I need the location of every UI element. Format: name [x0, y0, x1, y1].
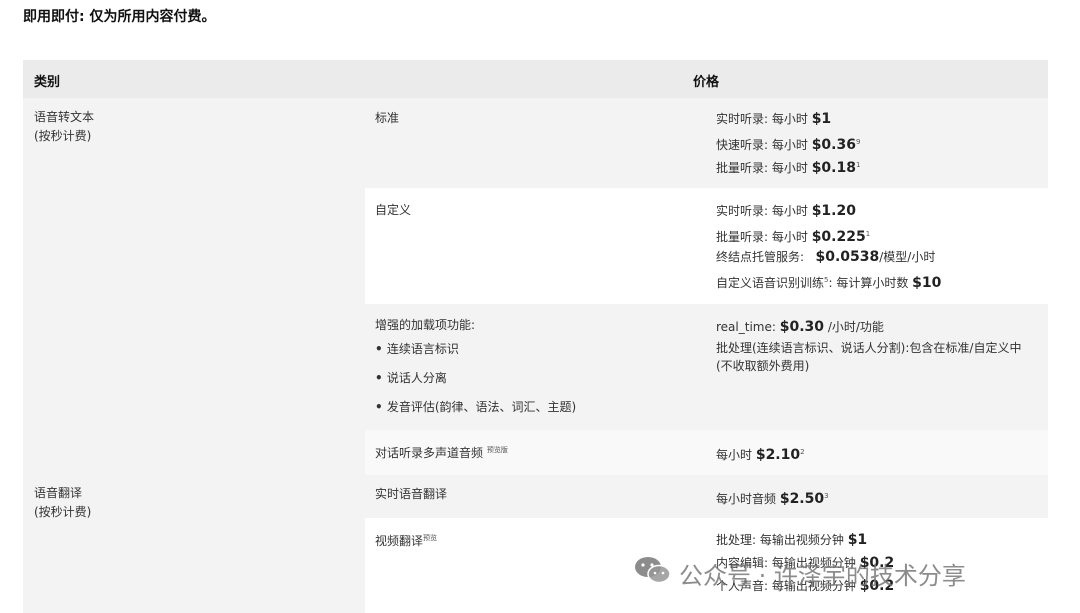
- price-line: 批处理: 每输出视频分钟 $1: [716, 532, 868, 548]
- watermark: 公众号 · 许泽宇的技术分享: [633, 554, 966, 592]
- price-line: 每小时 $2.102: [716, 447, 805, 463]
- feature-name: 视频翻译预览: [375, 534, 438, 548]
- price-list: 实时听录: 每小时 $1 快速听录: 每小时 $0.369 批量听录: 每小时 …: [716, 108, 860, 177]
- price-line: 实时听录: 每小时 $1.20: [716, 203, 856, 219]
- list-item: 说话人分离: [375, 369, 576, 398]
- feature-block: 增强的加载项功能: 连续语言标识 说话人分离 发音评估(韵律、语法、词汇、主题): [375, 316, 576, 427]
- preview-tag: 预览: [423, 534, 438, 542]
- header-category: 类别: [34, 75, 61, 90]
- price-line: 终结点托管服务: $0.0538/模型/小时: [716, 249, 936, 265]
- price-line: 批量听录: 每小时 $0.181: [716, 160, 861, 176]
- watermark-text: 公众号 · 许泽宇的技术分享: [679, 561, 966, 590]
- feature-name: 增强的加载项功能:: [375, 318, 476, 332]
- price-note: 批处理(连续语言标识、说话人分割):包含在标准/自定义中(不收取额外费用): [716, 341, 1022, 373]
- price-line: 快速听录: 每小时 $0.369: [716, 137, 861, 153]
- table-row: 对话听录多声道音频 预览版 每小时 $2.102: [365, 430, 1048, 475]
- category-cell-speech-to-text: 语音转文本 (按秒计费): [23, 98, 365, 475]
- price-list: 每小时音频 $2.503: [716, 485, 829, 508]
- price-line: 自定义语音识别训练5: 每计算小时数 $10: [716, 275, 942, 291]
- price-line: 批量听录: 每小时 $0.2251: [716, 229, 871, 245]
- price-list: real_time: $0.30 /小时/功能 批处理(连续语言标识、说话人分割…: [716, 316, 1036, 375]
- table-row: 实时语音翻译 每小时音频 $2.503: [365, 475, 1048, 518]
- feature-name: 标准: [375, 111, 400, 125]
- category-label: 语音翻译 (按秒计费): [34, 486, 92, 519]
- price-line: real_time: $0.30 /小时/功能: [716, 319, 884, 335]
- category-cell-speech-translation: 语音翻译 (按秒计费): [23, 475, 365, 613]
- preview-tag: 预览版: [486, 446, 508, 454]
- category-label: 语音转文本 (按秒计费): [34, 110, 95, 143]
- table-row: 自定义 实时听录: 每小时 $1.20 批量听录: 每小时 $0.2251 终结…: [365, 188, 1048, 304]
- feature-name: 实时语音翻译: [375, 487, 448, 501]
- feature-bullets: 连续语言标识 说话人分离 发音评估(韵律、语法、词汇、主题): [375, 340, 576, 427]
- pricing-table: 类别 价格 语音转文本 (按秒计费) 语音翻译 (按秒计费) 标准 实时听录: …: [23, 60, 1048, 613]
- table-header: 类别 价格: [23, 60, 1048, 98]
- price-line: 实时听录: 每小时 $1: [716, 111, 832, 127]
- feature-name: 对话听录多声道音频 预览版: [375, 446, 508, 460]
- header-price: 价格: [693, 75, 720, 90]
- price-line: 每小时音频 $2.503: [716, 491, 829, 507]
- price-list: 实时听录: 每小时 $1.20 批量听录: 每小时 $0.2251 终结点托管服…: [716, 200, 941, 292]
- list-item: 发音评估(韵律、语法、词汇、主题): [375, 398, 576, 427]
- wechat-icon: [633, 554, 673, 592]
- table-row: 增强的加载项功能: 连续语言标识 说话人分离 发音评估(韵律、语法、词汇、主题)…: [365, 304, 1048, 430]
- table-row: 标准 实时听录: 每小时 $1 快速听录: 每小时 $0.369 批量听录: 每…: [365, 98, 1048, 188]
- list-item: 连续语言标识: [375, 340, 576, 369]
- feature-name: 自定义: [375, 203, 412, 217]
- page-heading: 即用即付: 仅为所用内容付费。: [23, 9, 216, 25]
- price-list: 每小时 $2.102: [716, 441, 805, 464]
